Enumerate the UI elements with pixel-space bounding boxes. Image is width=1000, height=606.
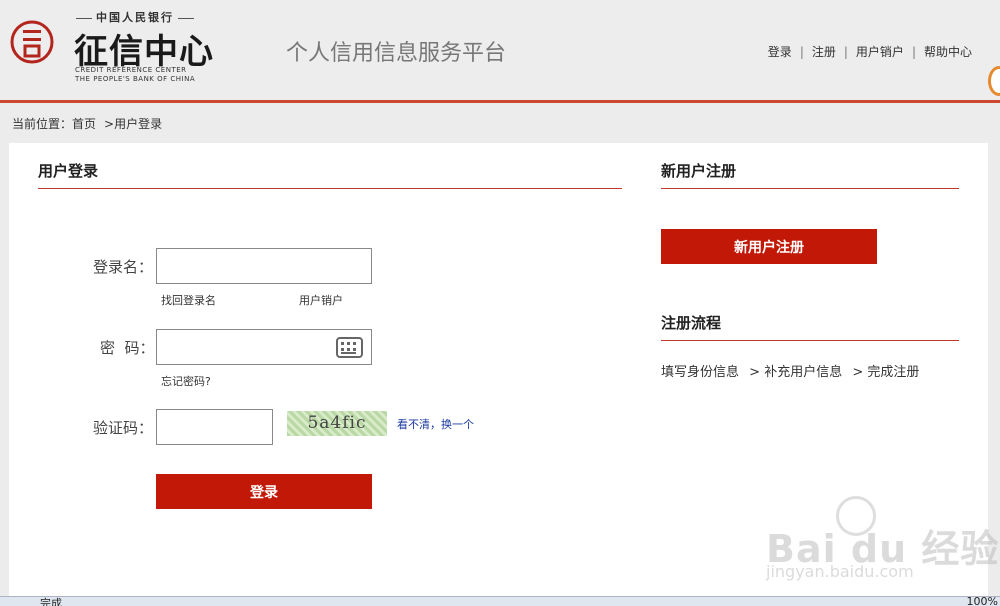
new-user-register-button[interactable]: 新用户注册 (661, 229, 877, 264)
breadcrumb: 当前位置：首页 >用户登录 (12, 115, 162, 132)
platform-title: 个人信用信息服务平台 (286, 41, 507, 66)
login-section-divider (38, 188, 622, 189)
captcha-input[interactable] (156, 409, 273, 445)
username-label: 登录名： (93, 258, 154, 276)
forgot-password-link[interactable]: 忘记密码? (161, 373, 211, 389)
register-section-divider (661, 188, 959, 189)
logo-top-text: 中国人民银行 (72, 9, 198, 25)
password-label: 密 码： (100, 339, 155, 357)
breadcrumb-home-link[interactable]: 首页 (72, 117, 96, 131)
register-step: 完成注册 (867, 365, 920, 380)
zoom-level[interactable]: 100% (967, 597, 998, 606)
find-username-link[interactable]: 找回登录名 (161, 292, 216, 308)
logo-english-line-1: CREDIT REFERENCE CENTER (75, 66, 187, 74)
login-button[interactable]: 登录 (156, 474, 372, 509)
step-separator: > (852, 365, 864, 380)
register-section-title: 新用户注册 (661, 162, 737, 180)
register-process-steps: 填写身份信息 > 补充用户信息 > 完成注册 (661, 361, 919, 380)
virtual-keyboard-icon[interactable] (336, 337, 363, 358)
register-step: 补充用户信息 (764, 365, 843, 380)
status-text: 完成 (40, 597, 62, 606)
register-step: 填写身份信息 (661, 365, 740, 380)
pbc-credit-center-logo-icon (10, 20, 54, 64)
nav-cancel-account-link[interactable]: 用户销户 (856, 45, 904, 59)
header: 中国人民银行 征信中心 CREDIT REFERENCE CENTER THE … (0, 0, 1000, 100)
nav-help-link[interactable]: 帮助中心 (924, 45, 972, 59)
cancel-account-link[interactable]: 用户销户 (299, 292, 343, 308)
breadcrumb-prefix: 当前位置： (12, 117, 73, 131)
header-divider (0, 100, 1000, 103)
login-section-title: 用户登录 (38, 162, 99, 180)
nav-register-link[interactable]: 注册 (812, 45, 836, 59)
top-nav: 登录 | 注册 | 用户销户 | 帮助中心 (768, 43, 972, 60)
nav-separator: | (911, 45, 916, 59)
watermark-url: jingyan.baidu.com (766, 562, 914, 581)
breadcrumb-current: 用户登录 (114, 117, 163, 131)
register-process-divider (661, 340, 959, 341)
refresh-captcha-link[interactable]: 看不清，换一个 (397, 416, 474, 432)
browser-status-bar: 完成 100% (0, 596, 1000, 606)
register-process-title: 注册流程 (661, 314, 722, 332)
logo-english-line-2: THE PEOPLE'S BANK OF CHINA (75, 75, 196, 83)
nav-separator: | (799, 45, 804, 59)
breadcrumb-separator: > (104, 117, 115, 131)
username-input[interactable] (156, 248, 372, 284)
captcha-image[interactable]: 5a4fic (287, 411, 387, 436)
captcha-label: 验证码： (93, 419, 154, 437)
nav-login-link[interactable]: 登录 (768, 45, 792, 59)
step-separator: > (749, 365, 761, 380)
browser-addon-icon[interactable] (988, 66, 1000, 96)
nav-separator: | (843, 45, 848, 59)
